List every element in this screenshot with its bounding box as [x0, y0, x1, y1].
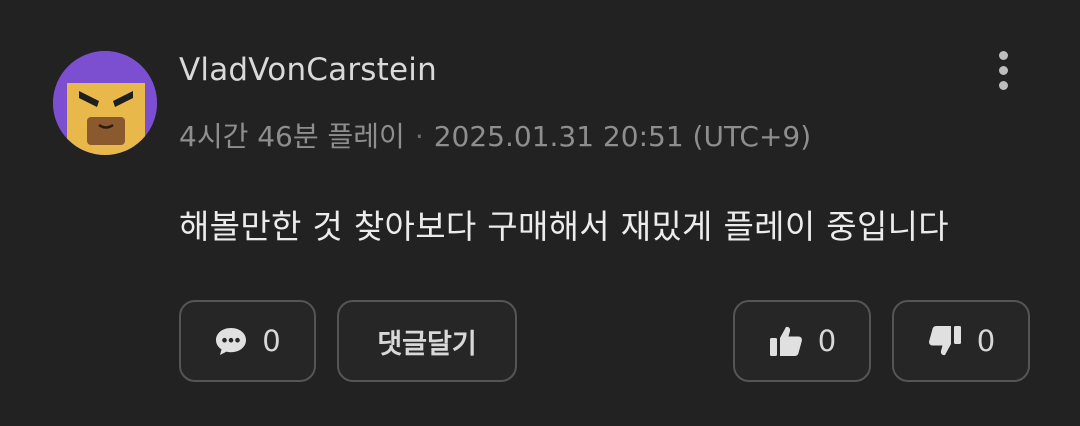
- meta-separator: ·: [414, 120, 424, 153]
- avatar-image: [53, 51, 157, 155]
- comment-meta: 4시간 46분 플레이 · 2025.01.31 20:51 (UTC+9): [179, 115, 811, 155]
- playtime-text: 4시간 46분 플레이: [179, 120, 405, 153]
- thumbs-up-icon: [769, 326, 802, 356]
- dislike-button[interactable]: 0: [892, 300, 1030, 382]
- username[interactable]: VladVonCarstein: [179, 52, 437, 88]
- thumbs-down-icon: [928, 326, 961, 356]
- more-options-button[interactable]: [986, 46, 1020, 94]
- like-button[interactable]: 0: [733, 300, 871, 382]
- timestamp-text: 2025.01.31 20:51 (UTC+9): [433, 120, 812, 153]
- speech-bubble-icon: [216, 328, 247, 355]
- more-vertical-icon-dot: [998, 80, 1008, 90]
- like-count: 0: [817, 324, 837, 358]
- comment-count: 0: [262, 324, 281, 358]
- avatar[interactable]: [53, 51, 157, 155]
- reply-button-label: 댓글달기: [377, 328, 477, 360]
- more-vertical-icon-dot: [998, 65, 1008, 75]
- dislike-count: 0: [976, 324, 996, 358]
- comment-body: 해볼만한 것 찾아보다 구매해서 재밌게 플레이 중입니다: [179, 207, 949, 246]
- comment-count-button[interactable]: 0: [179, 300, 316, 382]
- more-vertical-icon: [998, 50, 1008, 60]
- reply-button[interactable]: 댓글달기: [337, 300, 517, 382]
